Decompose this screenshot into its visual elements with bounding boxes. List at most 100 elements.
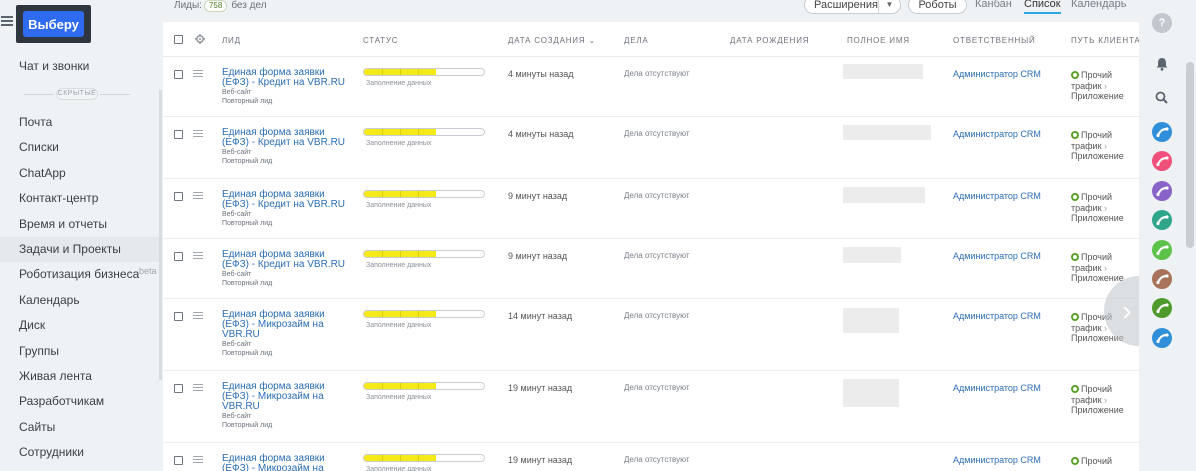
row-checkbox[interactable] bbox=[174, 384, 183, 393]
drag-handle-icon[interactable] bbox=[193, 384, 203, 391]
table-row[interactable]: Единая форма заявки (ЕФЗ) - Кредит на VB… bbox=[163, 57, 1139, 117]
phone-icon[interactable] bbox=[1152, 181, 1172, 201]
column-status[interactable]: СТАТУС bbox=[363, 36, 398, 45]
table-row[interactable]: Единая форма заявки (ЕФЗ) - Кредит на VB… bbox=[163, 239, 1139, 299]
column-deals[interactable]: ДЕЛА bbox=[624, 36, 649, 45]
table-row[interactable]: Единая форма заявки (ЕФЗ) - Микрозайм на… bbox=[163, 299, 1139, 371]
sidebar-item[interactable]: ChatApp bbox=[0, 161, 162, 186]
client-path[interactable]: Прочий трафик › Приложение bbox=[1071, 384, 1141, 416]
client-path[interactable]: Прочий bbox=[1071, 456, 1141, 467]
client-path[interactable]: Прочий трафик › Приложение bbox=[1071, 70, 1141, 102]
row-checkbox[interactable] bbox=[174, 70, 183, 79]
row-checkbox[interactable] bbox=[174, 456, 183, 465]
lead-title-link[interactable]: Единая форма заявки (ЕФЗ) - Микрозайм на… bbox=[222, 382, 352, 412]
sidebar-item[interactable]: Диск bbox=[0, 313, 162, 338]
tab-list[interactable]: Список bbox=[1024, 0, 1061, 14]
sidebar-item[interactable]: Роботизация бизнеса beta bbox=[0, 262, 162, 287]
status-progress-bar[interactable] bbox=[363, 454, 485, 462]
lead-title-link[interactable]: Единая форма заявки (ЕФЗ) - Кредит на VB… bbox=[222, 250, 352, 270]
sidebar-item[interactable]: Сотрудники bbox=[0, 440, 162, 465]
status-progress-bar[interactable] bbox=[363, 128, 485, 136]
leads-count-badge[interactable]: 758 bbox=[203, 0, 228, 12]
sidebar-scrollbar[interactable] bbox=[159, 90, 162, 380]
drag-handle-icon[interactable] bbox=[193, 252, 203, 259]
column-responsible[interactable]: ОТВЕТСТВЕННЫЙ bbox=[953, 36, 1036, 45]
sidebar-item[interactable]: Группы bbox=[0, 339, 162, 364]
sidebar-item[interactable]: Разработчикам bbox=[0, 389, 162, 414]
sidebar-item[interactable]: Живая лента bbox=[0, 364, 162, 389]
responsible-link[interactable]: Администратор CRM bbox=[953, 251, 1041, 261]
tab-calendar[interactable]: Календарь bbox=[1071, 0, 1127, 10]
search-icon[interactable] bbox=[1152, 88, 1172, 108]
status-label: Заполнение данных bbox=[366, 394, 432, 401]
no-deals-label[interactable]: без дел bbox=[231, 0, 266, 11]
drag-handle-icon[interactable] bbox=[193, 456, 203, 463]
phone-icon[interactable] bbox=[1152, 240, 1172, 260]
drag-handle-icon[interactable] bbox=[193, 70, 203, 77]
sidebar-item[interactable]: Контакт-центр bbox=[0, 186, 162, 211]
column-path[interactable]: ПУТЬ КЛИЕНТА bbox=[1071, 36, 1141, 45]
table-row[interactable]: Единая форма заявки (ЕФЗ) - Микрозайм на… bbox=[163, 371, 1139, 443]
table-row[interactable]: Единая форма заявки (ЕФЗ) - Кредит на VB… bbox=[163, 179, 1139, 239]
sidebar-item[interactable]: Сайты bbox=[0, 415, 162, 440]
deals-empty: Дела отсутствуют bbox=[624, 129, 690, 138]
phone-icon[interactable] bbox=[1152, 122, 1172, 142]
drag-handle-icon[interactable] bbox=[193, 130, 203, 137]
select-all-checkbox[interactable] bbox=[174, 35, 183, 44]
chevron-down-icon[interactable]: ▼ bbox=[878, 0, 900, 13]
menu-burger-icon[interactable] bbox=[1, 16, 13, 26]
gear-icon[interactable] bbox=[195, 34, 205, 44]
responsible-link[interactable]: Администратор CRM bbox=[953, 129, 1041, 139]
phone-icon[interactable] bbox=[1152, 269, 1172, 289]
path-segment: Прочий bbox=[1081, 192, 1113, 202]
extensions-button[interactable]: Расширения ▼ bbox=[804, 0, 901, 14]
path-chevron-icon: › bbox=[1104, 80, 1108, 91]
status-progress-bar[interactable] bbox=[363, 190, 485, 198]
responsible-link[interactable]: Администратор CRM bbox=[953, 383, 1041, 393]
column-birthday[interactable]: ДАТА РОЖДЕНИЯ bbox=[730, 36, 809, 45]
status-progress-bar[interactable] bbox=[363, 68, 485, 76]
drag-handle-icon[interactable] bbox=[193, 312, 203, 319]
page-scrollbar[interactable] bbox=[1186, 62, 1194, 248]
column-created[interactable]: ДАТА СОЗДАНИЯ ⌄ bbox=[508, 36, 596, 45]
lead-title-link[interactable]: Единая форма заявки (ЕФЗ) - Микрозайм на… bbox=[222, 310, 352, 340]
responsible-link[interactable]: Администратор CRM bbox=[953, 311, 1041, 321]
tab-kanban[interactable]: Канбан bbox=[975, 0, 1012, 10]
phone-icon[interactable] bbox=[1152, 210, 1172, 230]
sidebar-item[interactable]: Время и отчеты bbox=[0, 212, 162, 237]
sidebar-item-chat[interactable]: Чат и звонки bbox=[19, 59, 89, 73]
sidebar-item[interactable]: Списки bbox=[0, 135, 162, 160]
bell-icon[interactable] bbox=[1152, 54, 1172, 74]
client-path[interactable]: Прочий трафик › Приложение bbox=[1071, 192, 1141, 224]
row-checkbox[interactable] bbox=[174, 192, 183, 201]
lead-title-link[interactable]: Единая форма заявки (ЕФЗ) - Микрозайм на bbox=[222, 454, 352, 471]
lead-title-link[interactable]: Единая форма заявки (ЕФЗ) - Кредит на VB… bbox=[222, 128, 352, 148]
hidden-items-separator[interactable]: СКРЫТЫЕ bbox=[24, 88, 130, 100]
row-checkbox[interactable] bbox=[174, 312, 183, 321]
drag-handle-icon[interactable] bbox=[193, 192, 203, 199]
client-path[interactable]: Прочий трафик › Приложение bbox=[1071, 130, 1141, 162]
table-row[interactable]: Единая форма заявки (ЕФЗ) - Кредит на VB… bbox=[163, 117, 1139, 179]
responsible-link[interactable]: Администратор CRM bbox=[953, 191, 1041, 201]
sidebar-item[interactable]: Почта bbox=[0, 110, 162, 135]
status-progress-bar[interactable] bbox=[363, 250, 485, 258]
responsible-link[interactable]: Администратор CRM bbox=[953, 69, 1041, 79]
column-lead[interactable]: ЛИД bbox=[222, 36, 241, 45]
logo[interactable]: Выберу bbox=[16, 5, 91, 43]
status-progress-bar[interactable] bbox=[363, 382, 485, 390]
lead-title-link[interactable]: Единая форма заявки (ЕФЗ) - Кредит на VB… bbox=[222, 68, 352, 88]
status-progress-bar[interactable] bbox=[363, 310, 485, 318]
phone-icon[interactable] bbox=[1152, 151, 1172, 171]
help-icon[interactable]: ? bbox=[1152, 13, 1172, 33]
row-checkbox[interactable] bbox=[174, 130, 183, 139]
lead-title-link[interactable]: Единая форма заявки (ЕФЗ) - Кредит на VB… bbox=[222, 190, 352, 210]
sidebar-item[interactable]: Календарь bbox=[0, 288, 162, 313]
phone-icon[interactable] bbox=[1152, 298, 1172, 318]
phone-icon[interactable] bbox=[1152, 328, 1172, 348]
sidebar-item[interactable]: Задачи и Проекты bbox=[0, 236, 162, 263]
row-checkbox[interactable] bbox=[174, 252, 183, 261]
responsible-link[interactable]: Администратор CRM bbox=[953, 455, 1041, 465]
column-fullname[interactable]: ПОЛНОЕ ИМЯ bbox=[847, 36, 910, 45]
robots-button[interactable]: Роботы bbox=[908, 0, 967, 14]
table-row[interactable]: Единая форма заявки (ЕФЗ) - Микрозайм на… bbox=[163, 443, 1139, 471]
